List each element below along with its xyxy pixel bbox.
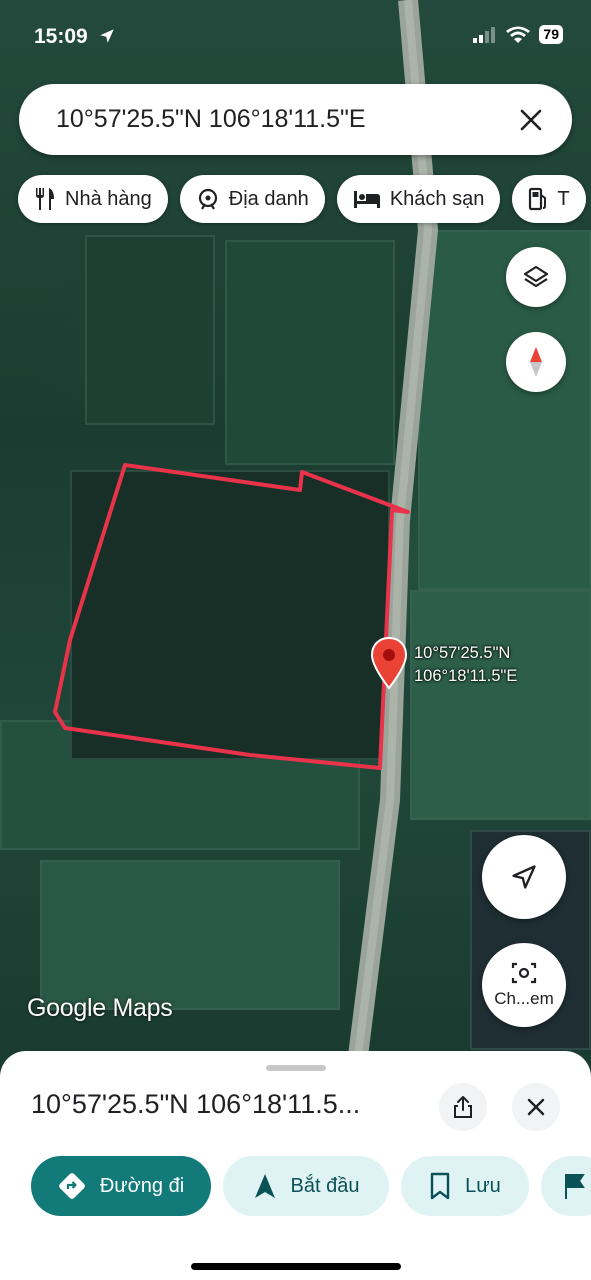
chip-label: T [557,187,570,210]
sheet-drag-handle[interactable] [266,1065,326,1071]
pin-latitude: 10°57'25.5"N [414,644,511,662]
share-icon [454,1096,472,1118]
chip-hotels[interactable]: Khách sạn [336,175,501,223]
property-boundary [53,463,410,770]
layers-button[interactable] [506,247,566,307]
search-bar[interactable]: 10°57'25.5"N 106°18'11.5"E [19,84,572,155]
chip-restaurants[interactable]: Nhà hàng [18,175,168,223]
google-maps-attribution: Google Maps [27,994,173,1022]
camera-scan-icon [511,962,537,984]
start-button[interactable]: Bắt đầu [223,1156,389,1216]
directions-button[interactable]: Đường đi [31,1156,211,1216]
navigation-arrow-icon [254,1174,275,1198]
start-label: Bắt đầu [290,1174,360,1197]
satellite-map[interactable]: Google Maps [0,0,591,1080]
status-time: 15:09 [34,25,116,49]
restaurant-icon [36,188,54,210]
home-indicator [191,1263,401,1270]
cellular-signal-icon [473,26,496,43]
gas-station-icon [529,187,547,211]
save-button[interactable]: Lưu [401,1156,529,1216]
my-location-button[interactable] [482,835,566,919]
save-label: Lưu [465,1174,501,1197]
wifi-icon [506,26,531,43]
close-sheet-button[interactable] [512,1083,560,1131]
hotel-icon [353,191,380,208]
close-icon[interactable] [516,105,546,135]
navigation-arrow-icon [512,865,536,889]
street-view-label: Ch...em [494,989,554,1008]
directions-icon [58,1173,85,1199]
battery-indicator: 79 [539,25,563,44]
chip-gas-stations[interactable]: T [512,175,586,223]
location-pin[interactable] [370,636,408,697]
chip-label: Địa danh [228,187,309,210]
close-icon [527,1098,545,1116]
compass-button[interactable] [506,332,566,392]
chip-label: Khách sạn [389,187,485,210]
share-button[interactable] [439,1083,487,1131]
pin-coordinates-label: 10°57'25.5"N 106°18'11.5"E [414,642,517,688]
flag-icon [565,1174,585,1199]
chip-landmarks[interactable]: Địa danh [179,175,325,223]
pin-longitude: 106°18'11.5"E [414,667,518,685]
status-indicators: 79 [473,25,563,44]
place-title: 10°57'25.5"N 106°18'11.5... [31,1089,361,1119]
bookmark-icon [430,1172,450,1200]
action-buttons: Đường đi Bắt đầu Lưu [31,1156,591,1216]
layers-icon [523,265,549,288]
search-input[interactable]: 10°57'25.5"N 106°18'11.5"E [56,105,516,134]
landmark-icon [198,188,217,210]
map-pin-icon [370,636,408,690]
directions-label: Đường đi [99,1174,185,1197]
category-chips: Nhà hàng Địa danh Khách sạn T [18,175,591,223]
location-arrow-icon [99,29,114,43]
compass-icon [530,347,542,377]
label-button[interactable] [541,1156,591,1216]
place-bottom-sheet: 10°57'25.5"N 106°18'11.5... Đường đi Bắt… [0,1051,591,1280]
chip-label: Nhà hàng [65,187,152,210]
street-view-button[interactable]: Ch...em [482,943,566,1027]
